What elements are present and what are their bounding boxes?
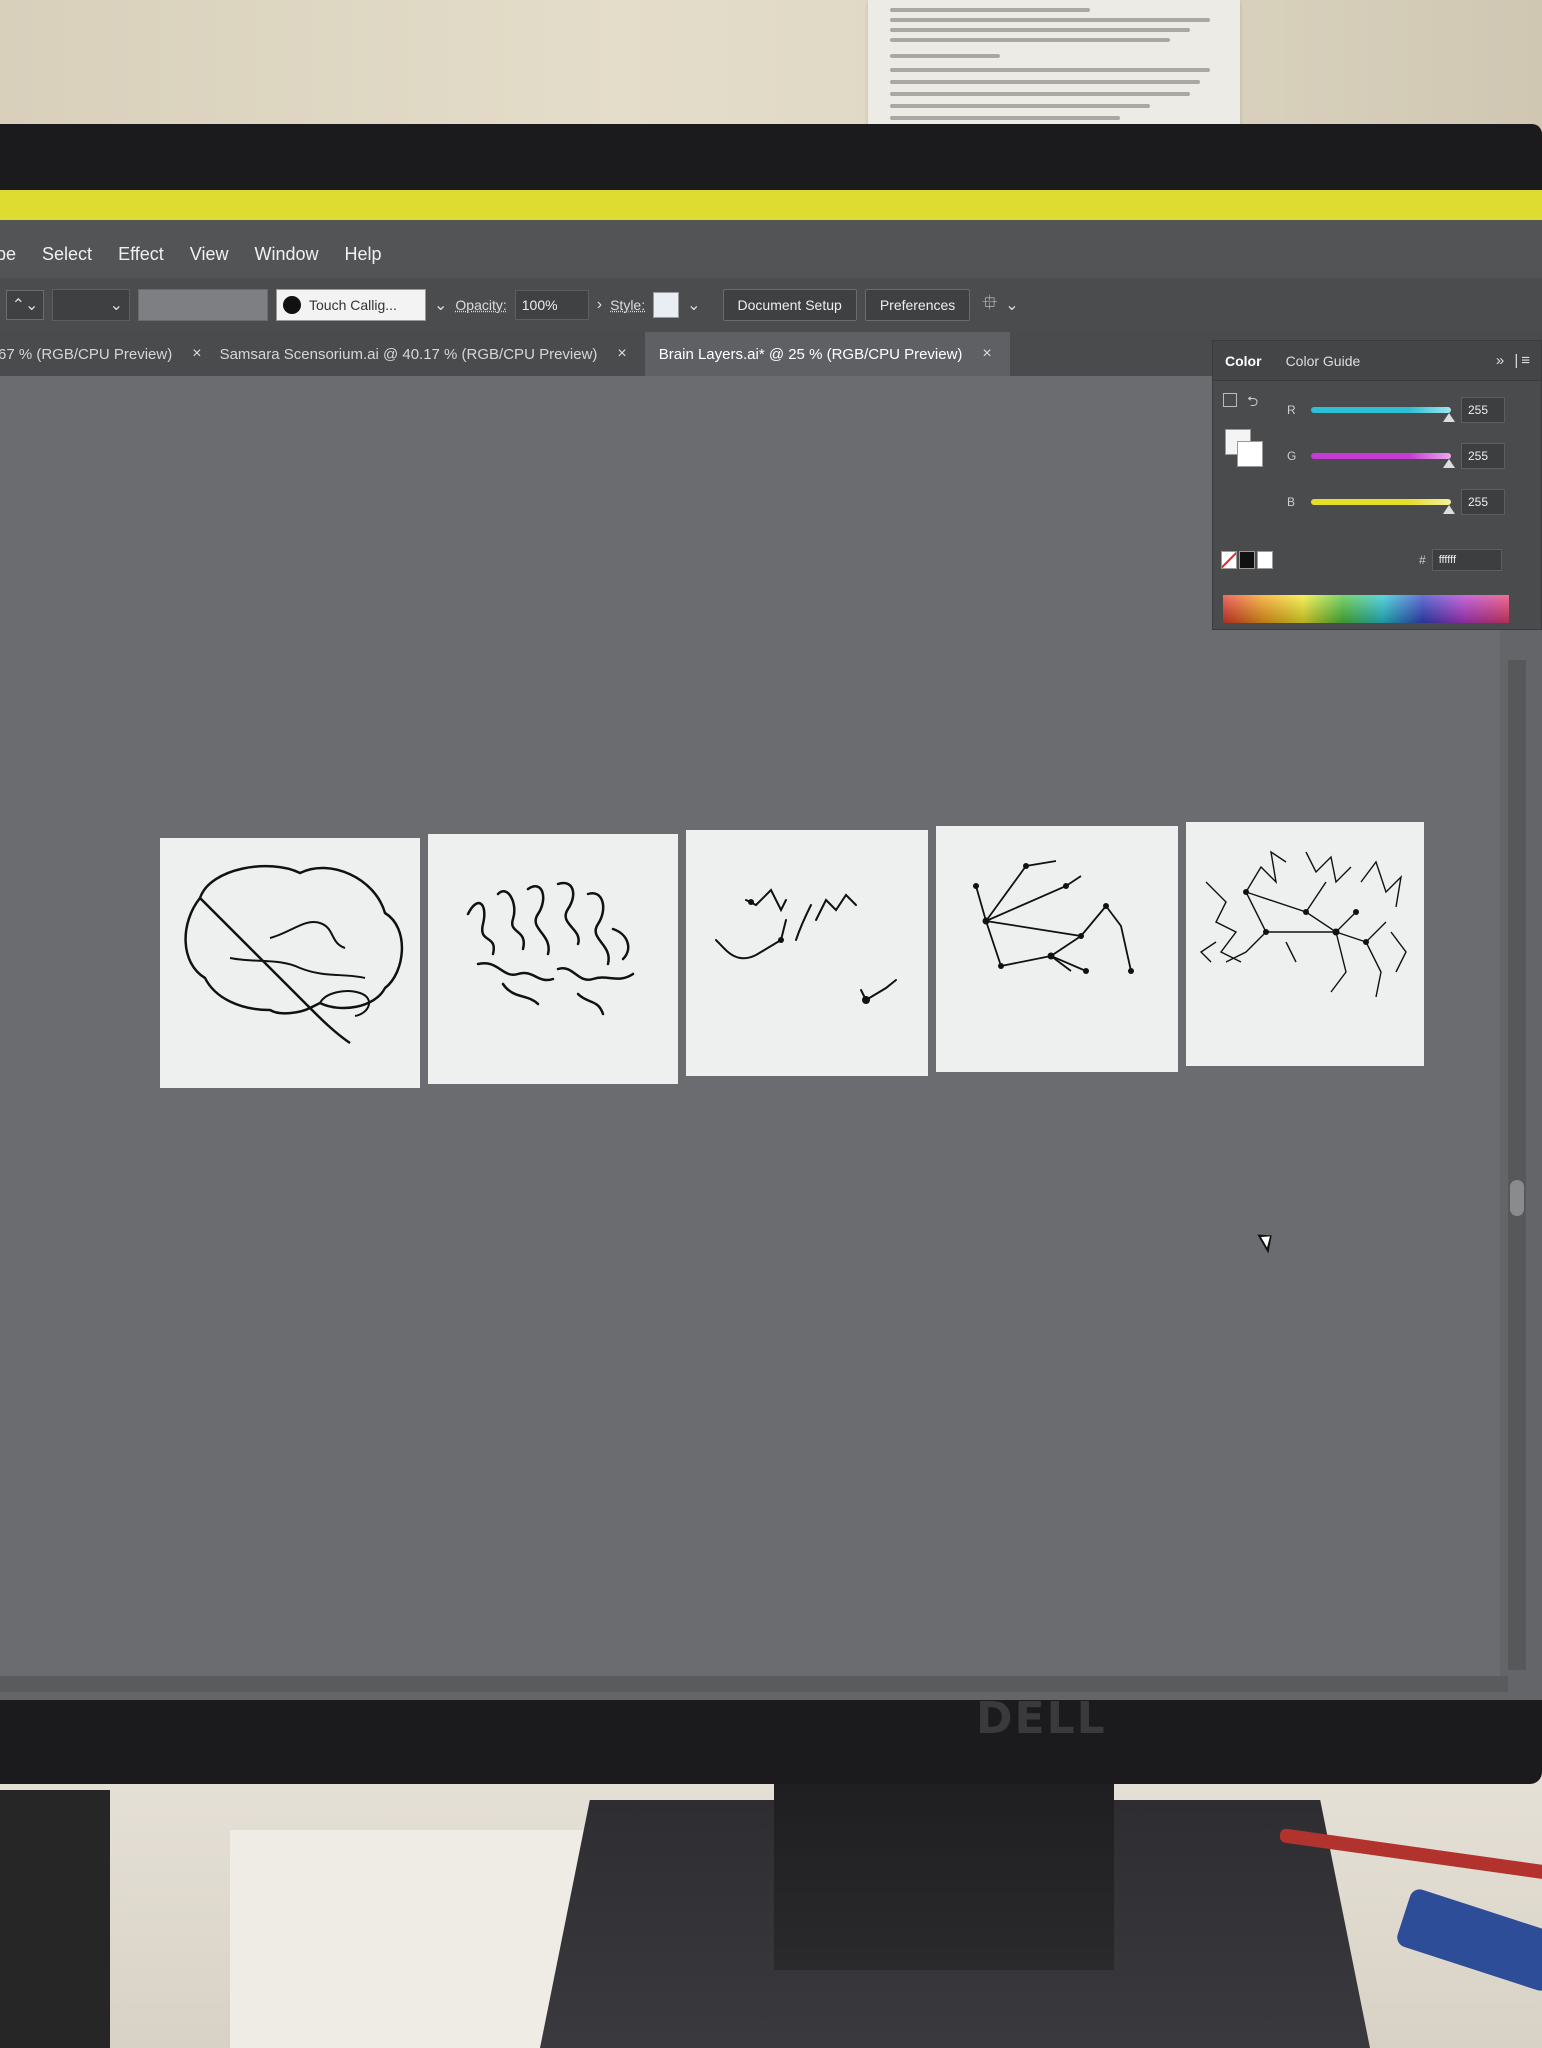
menu-help[interactable]: Help xyxy=(333,244,396,265)
menu-type[interactable]: pe xyxy=(0,244,30,265)
stroke-weight-select[interactable]: ⌄ xyxy=(52,289,130,321)
hex-field[interactable]: ffffff xyxy=(1431,549,1502,571)
black-swatch[interactable] xyxy=(1239,551,1255,569)
tab-label: 67 % (RGB/CPU Preview) xyxy=(0,345,173,363)
menu-window[interactable]: Window xyxy=(242,244,332,265)
hex-row: # ffffff xyxy=(1419,549,1502,571)
none-swatch[interactable] xyxy=(1221,551,1237,569)
menu-view[interactable]: View xyxy=(178,244,243,265)
slider-red: R 255 xyxy=(1287,397,1505,423)
tab-brain-layers[interactable]: Brain Layers.ai* @ 25 % (RGB/CPU Preview… xyxy=(644,332,1010,376)
arrange-dropdown-icon[interactable]: ⌄ xyxy=(1005,295,1018,315)
tab-label: Samsara Scensorium.ai @ 40.17 % (RGB/CPU… xyxy=(219,345,598,363)
close-icon[interactable]: × xyxy=(982,345,991,363)
control-bar: ⌃⌄ ⌄ Touch Callig... ⌄ Opacity: 100% › S… xyxy=(0,278,1542,332)
color-spectrum[interactable] xyxy=(1223,595,1509,623)
artboard-dense-network[interactable] xyxy=(1186,822,1424,1066)
channel-label-g: G xyxy=(1287,449,1297,463)
vertical-scrollbar[interactable] xyxy=(1508,660,1526,1670)
close-icon[interactable]: × xyxy=(192,345,201,363)
brush-dropdown-icon[interactable]: ⌄ xyxy=(434,295,447,315)
monitor-brand-logo: DELL xyxy=(976,1693,1107,1744)
brush-dot-icon xyxy=(283,296,301,314)
tab-color[interactable]: Color xyxy=(1213,353,1274,369)
brush-name: Touch Callig... xyxy=(309,297,397,313)
tab-samsara-scensorium[interactable]: Samsara Scensorium.ai @ 40.17 % (RGB/CPU… xyxy=(220,332,645,376)
tab-document-1[interactable]: 67 % (RGB/CPU Preview) × xyxy=(0,332,220,376)
opacity-field[interactable]: 100% xyxy=(514,290,589,320)
tab-color-guide[interactable]: Color Guide xyxy=(1274,353,1373,369)
artboard-brain-folds[interactable] xyxy=(428,834,678,1084)
white-swatch[interactable] xyxy=(1257,551,1273,569)
blue-value-field[interactable]: 255 xyxy=(1461,489,1505,515)
wall-background xyxy=(0,0,1542,140)
monitor-stand-neck xyxy=(774,1770,1114,1970)
swap-fill-stroke-icon[interactable]: ⮌ xyxy=(1247,391,1258,415)
brain-outline-drawing xyxy=(184,864,404,1045)
opacity-label[interactable]: Opacity: xyxy=(455,297,506,313)
green-value-field[interactable]: 255 xyxy=(1461,443,1505,469)
brain-folds-drawing xyxy=(466,881,635,1016)
brush-definition-select[interactable]: Touch Callig... xyxy=(276,289,426,321)
style-label: Style: xyxy=(610,297,646,313)
dense-network-drawing xyxy=(1199,850,1407,998)
stroke-swatch[interactable] xyxy=(1237,441,1263,467)
preferences-button[interactable]: Preferences xyxy=(864,289,971,321)
channel-label-b: B xyxy=(1287,495,1296,509)
artboard-brain-outline[interactable] xyxy=(160,838,420,1088)
tab-label: Brain Layers.ai* @ 25 % (RGB/CPU Preview… xyxy=(658,345,963,363)
menu-effect[interactable]: Effect xyxy=(106,244,178,265)
desk-object xyxy=(0,1790,110,2048)
artboard-neural-network[interactable] xyxy=(936,826,1178,1072)
graphic-style-swatch[interactable] xyxy=(653,292,680,318)
blue-slider-track[interactable] xyxy=(1311,499,1455,514)
close-icon[interactable]: × xyxy=(617,345,626,363)
blue-slider-thumb[interactable] xyxy=(1443,505,1455,514)
menu-select[interactable]: Select xyxy=(30,244,106,265)
yellow-highlight-bar xyxy=(0,190,1542,220)
neurons-sparse-drawing xyxy=(715,888,897,1004)
stroke-weight-stepper[interactable]: ⌃⌄ xyxy=(6,290,44,320)
red-slider-track[interactable] xyxy=(1311,407,1455,422)
slider-blue: B 255 xyxy=(1287,489,1505,515)
menu-bar: pe Select Effect View Window Help xyxy=(0,230,1542,278)
red-slider-thumb[interactable] xyxy=(1443,413,1455,422)
green-slider-track[interactable] xyxy=(1311,453,1455,468)
scroll-thumb[interactable] xyxy=(1510,1180,1524,1216)
style-dropdown-icon[interactable]: ⌄ xyxy=(687,295,700,315)
document-setup-button[interactable]: Document Setup xyxy=(722,289,857,321)
chevron-down-icon: ⌄ xyxy=(109,297,123,314)
color-panel: Color Color Guide » |≡ ⮌ R 255 G 255 B 2… xyxy=(1212,340,1542,630)
opacity-arrow-icon[interactable]: › xyxy=(597,296,602,314)
posted-paper-note xyxy=(868,0,1240,138)
horizontal-scrollbar[interactable] xyxy=(0,1676,1508,1692)
red-value-field[interactable]: 255 xyxy=(1461,397,1505,423)
screen: pe Select Effect View Window Help ⌃⌄ ⌄ T… xyxy=(0,190,1542,1700)
green-slider-thumb[interactable] xyxy=(1443,459,1455,468)
artboard-neurons-sparse[interactable] xyxy=(686,830,928,1076)
default-fill-stroke-icon[interactable] xyxy=(1223,393,1237,407)
channel-label-r: R xyxy=(1287,403,1296,417)
panel-menu-icon[interactable]: » |≡ xyxy=(1496,352,1541,369)
arrange-documents-icon[interactable]: ⯐ xyxy=(982,288,997,322)
none-black-white-swatches xyxy=(1221,551,1273,569)
neural-network-drawing xyxy=(973,860,1134,974)
slider-green: G 255 xyxy=(1287,443,1505,469)
variable-width-profile[interactable] xyxy=(138,289,268,321)
color-panel-header: Color Color Guide » |≡ xyxy=(1213,341,1541,381)
hex-prefix: # xyxy=(1419,553,1426,567)
